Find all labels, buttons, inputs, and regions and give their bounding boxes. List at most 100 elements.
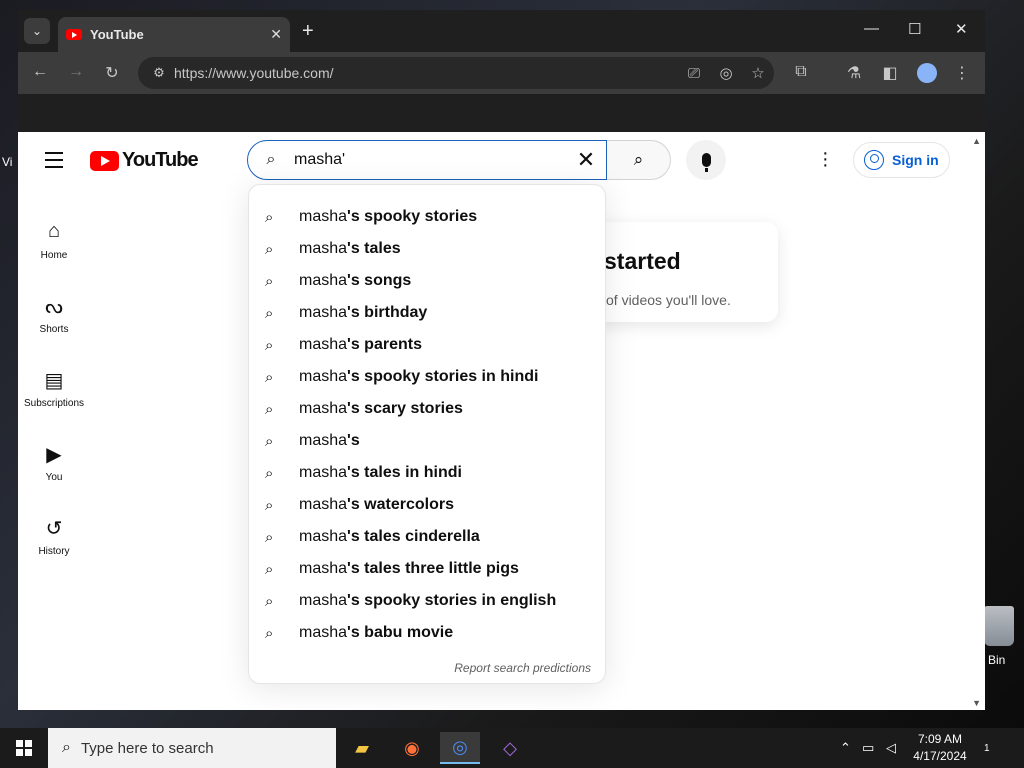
suggestion-item[interactable]: ⌕ masha's spooky stories bbox=[249, 201, 605, 233]
side-panel-icon[interactable]: ◧ bbox=[880, 63, 900, 83]
maximize-button[interactable]: ☐ bbox=[908, 20, 921, 38]
guide-item-history[interactable]: ↺ History bbox=[18, 504, 90, 578]
search-icon: ⌕ bbox=[265, 496, 274, 514]
profile-avatar-icon[interactable] bbox=[917, 63, 937, 83]
search-icon: ⌕ bbox=[265, 592, 274, 610]
suggestion-item[interactable]: ⌕ masha's tales three little pigs bbox=[249, 553, 605, 585]
search-icon: ⌕ bbox=[265, 624, 274, 642]
suggestion-completion: 's songs bbox=[347, 272, 412, 289]
youtube-page: YouTube ⌕ ✕ ⌕ ··· Sign in ⌂ Home ᔓ Short… bbox=[18, 132, 985, 710]
suggestion-item[interactable]: ⌕ masha's tales cinderella bbox=[249, 521, 605, 553]
chrome-icon[interactable]: ◎ bbox=[440, 732, 480, 764]
bookmark-star-icon[interactable]: ☆ bbox=[742, 64, 774, 82]
search-icon: ⌕ bbox=[266, 151, 276, 168]
tab-strip: ⌄ YouTube ✕ + — ☐ ✕ bbox=[18, 10, 985, 52]
suggestion-prefix: masha bbox=[299, 592, 348, 609]
volume-muted-icon[interactable]: ◁ bbox=[886, 740, 896, 756]
install-app-icon[interactable]: ⎚ bbox=[678, 65, 710, 82]
shorts-icon: ᔓ bbox=[45, 296, 63, 318]
visual-studio-icon[interactable]: ◇ bbox=[490, 732, 530, 764]
start-button[interactable] bbox=[0, 728, 48, 768]
suggestion-prefix: masha bbox=[299, 432, 348, 449]
card-subtext: of videos you'll love. bbox=[606, 292, 731, 308]
close-window-button[interactable]: ✕ bbox=[955, 20, 968, 38]
suggestion-completion: 's babu movie bbox=[347, 624, 454, 641]
voice-search-button[interactable] bbox=[686, 140, 726, 180]
suggestion-item[interactable]: ⌕ masha's bbox=[249, 425, 605, 457]
search-input[interactable] bbox=[294, 151, 566, 169]
youtube-play-icon bbox=[90, 150, 119, 171]
suggestion-completion: 's spooky stories bbox=[347, 208, 478, 225]
search-suggestions-dropdown: ⌕ masha's spooky stories ⌕ masha's tales ⌕ ma… bbox=[248, 184, 606, 684]
suggestion-item[interactable]: ⌕ masha's watercolors bbox=[249, 489, 605, 521]
suggestion-item[interactable]: ⌕ masha's tales in hindi bbox=[249, 457, 605, 489]
search-button[interactable]: ⌕ bbox=[607, 140, 671, 180]
forward-arrow-icon[interactable]: → bbox=[66, 63, 86, 81]
extensions-icon[interactable]: ⧉ bbox=[791, 63, 811, 81]
suggestion-item[interactable]: ⌕ masha's parents bbox=[249, 329, 605, 361]
suggestion-item[interactable]: ⌕ masha's songs bbox=[249, 265, 605, 297]
suggestion-item[interactable]: ⌕ masha's scary stories bbox=[249, 393, 605, 425]
scroll-up-arrow-icon[interactable]: ▲ bbox=[972, 136, 981, 146]
clear-search-icon[interactable]: ✕ bbox=[566, 147, 606, 173]
minimize-button[interactable]: — bbox=[864, 20, 879, 37]
browser-menu-icon[interactable]: ⋮ bbox=[952, 63, 972, 83]
sign-in-button[interactable]: Sign in bbox=[853, 142, 950, 178]
suggestion-item[interactable]: ⌕ masha's birthday bbox=[249, 297, 605, 329]
youtube-wordmark: YouTube bbox=[122, 149, 199, 171]
guide-item-you[interactable]: ▶ You bbox=[18, 430, 90, 504]
url-text[interactable]: https://www.youtube.com/ bbox=[174, 65, 678, 81]
suggestion-item[interactable]: ⌕ masha's spooky stories in english bbox=[249, 585, 605, 617]
search-icon: ⌕ bbox=[265, 368, 274, 386]
suggestion-completion: 's scary stories bbox=[347, 400, 463, 417]
search-icon: ⌕ bbox=[265, 208, 274, 226]
hamburger-menu-icon[interactable] bbox=[45, 152, 63, 173]
search-box[interactable]: ⌕ ✕ bbox=[247, 140, 607, 180]
suggestion-item[interactable]: ⌕ masha's spooky stories in hindi bbox=[249, 361, 605, 393]
taskbar-search-box[interactable]: ⌕ Type here to search bbox=[48, 728, 336, 768]
guide-item-subscriptions[interactable]: ▤ Subscriptions bbox=[18, 356, 90, 430]
recycle-bin-icon[interactable] bbox=[984, 606, 1014, 646]
system-clock[interactable]: 7:09 AM 4/17/2024 bbox=[908, 731, 972, 765]
windows-logo-icon bbox=[16, 740, 32, 756]
you-icon: ▶ bbox=[46, 444, 62, 466]
labs-flask-icon[interactable]: ⚗ bbox=[844, 63, 864, 83]
eye-off-icon[interactable]: ◎ bbox=[710, 64, 742, 82]
suggestion-item[interactable]: ⌕ masha's tales bbox=[249, 233, 605, 265]
firefox-icon[interactable]: ◉ bbox=[392, 732, 432, 764]
new-tab-button[interactable]: + bbox=[302, 20, 314, 43]
card-heading: started bbox=[604, 248, 681, 274]
suggestion-item[interactable]: ⌕ masha's babu movie bbox=[249, 617, 605, 649]
microphone-icon bbox=[701, 153, 711, 172]
search-icon: ⌕ bbox=[265, 400, 274, 418]
tab-close-icon[interactable]: ✕ bbox=[270, 26, 282, 43]
guide-item-shorts[interactable]: ᔓ Shorts bbox=[18, 282, 90, 356]
report-search-predictions-link[interactable]: Report search predictions bbox=[454, 661, 591, 675]
suggestion-completion: 's tales bbox=[347, 240, 401, 257]
taskbar-search-placeholder: Type here to search bbox=[80, 739, 214, 757]
settings-kebab-icon[interactable]: · · · bbox=[822, 143, 829, 175]
search-icon: ⌕ bbox=[265, 304, 274, 322]
address-bar[interactable]: ⚙ https://www.youtube.com/ ⎚ ◎ ☆ bbox=[138, 57, 774, 89]
notifications-icon[interactable]: 1 bbox=[984, 738, 990, 756]
tab-search-button[interactable]: ⌄ bbox=[24, 18, 50, 44]
network-icon[interactable]: ▭ bbox=[862, 740, 874, 756]
site-info-icon[interactable]: ⚙ bbox=[144, 65, 174, 81]
youtube-logo[interactable]: YouTube bbox=[90, 149, 199, 172]
recycle-bin-label: Bin bbox=[988, 653, 1006, 667]
guide-item-home[interactable]: ⌂ Home bbox=[18, 208, 90, 282]
tab-title: YouTube bbox=[90, 27, 144, 42]
back-arrow-icon[interactable]: ← bbox=[30, 63, 50, 81]
subscriptions-icon: ▤ bbox=[44, 370, 64, 392]
search-icon: ⌕ bbox=[265, 560, 274, 578]
suggestion-prefix: masha bbox=[299, 208, 348, 225]
suggestion-completion: 's bbox=[347, 432, 360, 449]
file-explorer-icon[interactable]: ▰ bbox=[342, 732, 382, 764]
show-hidden-icons-icon[interactable]: ⌃ bbox=[840, 740, 851, 756]
windows-taskbar: ⌕ Type here to search ▰ ◉ ◎ ◇ ⌃ ▭ ◁ 7:09… bbox=[0, 728, 1024, 768]
reload-icon[interactable]: ↻ bbox=[102, 63, 122, 83]
scroll-down-arrow-icon[interactable]: ▼ bbox=[972, 698, 981, 708]
guide-label: History bbox=[38, 546, 70, 557]
tab-youtube[interactable]: YouTube ✕ bbox=[58, 17, 290, 52]
search-icon: ⌕ bbox=[265, 240, 274, 258]
